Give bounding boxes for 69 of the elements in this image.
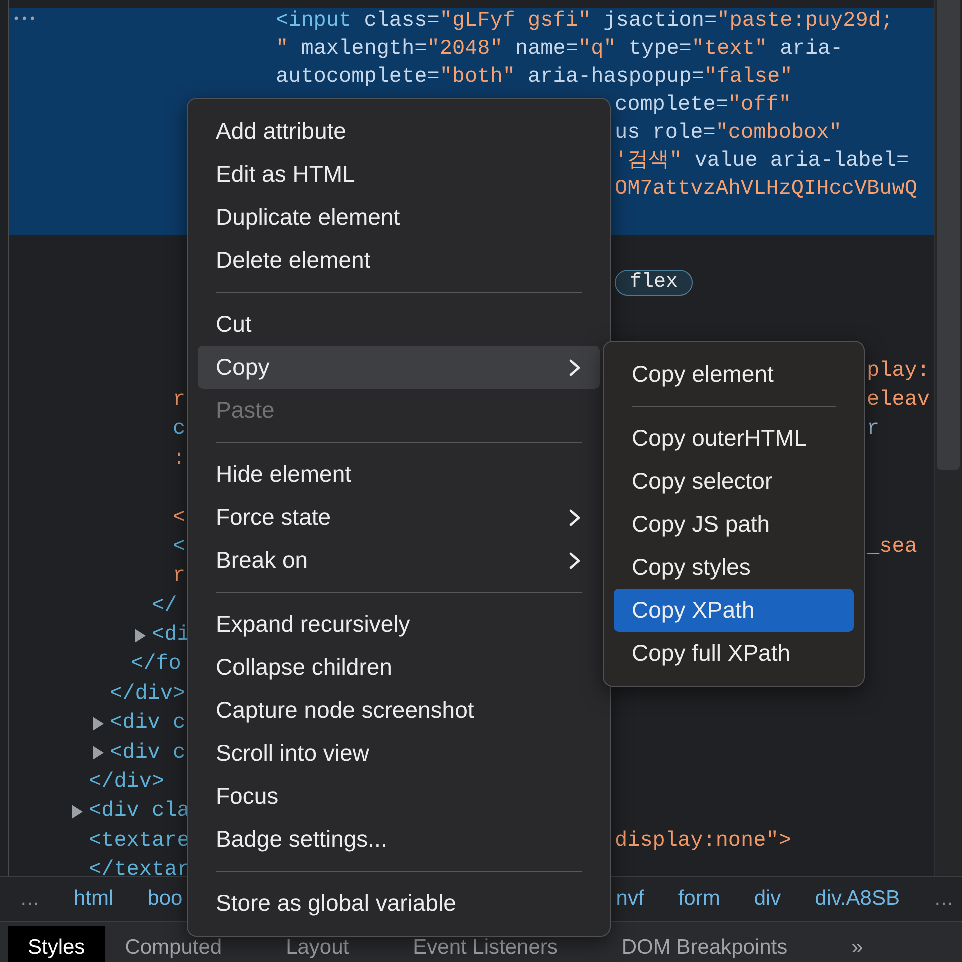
breadcrumb[interactable]: form	[678, 887, 720, 912]
panel-tab[interactable]: Computed	[105, 926, 242, 962]
breadcrumb[interactable]: nvf	[616, 887, 644, 912]
code-line: '검색" value aria-label=	[615, 149, 910, 175]
code-fragment: </fo	[131, 652, 182, 678]
more-crumbs[interactable]: …	[20, 888, 40, 911]
flex-badge[interactable]: flex	[615, 270, 694, 296]
expand-triangle-icon[interactable]	[92, 716, 104, 731]
code-line: complete="off"	[615, 93, 792, 119]
menu-item[interactable]: Badge settings...	[198, 818, 600, 861]
code-fragment: c	[173, 417, 186, 444]
menu-item[interactable]: Scroll into view	[198, 732, 600, 775]
menu-item[interactable]: Duplicate element	[198, 196, 600, 239]
menu-item[interactable]: Store as global variable	[198, 882, 600, 925]
menu-item[interactable]: Add attribute	[198, 110, 600, 153]
code-fragment: </	[152, 594, 178, 620]
menu-item[interactable]: Copy full XPath	[614, 632, 854, 675]
more-crumbs[interactable]: …	[934, 888, 954, 911]
breadcrumb[interactable]: div	[754, 887, 782, 912]
code-fragment: <div c	[110, 740, 186, 767]
code-fragment: r	[867, 417, 880, 444]
code-line: <input class="gLFyf gsfi" jsaction="paste:puy29d;	[276, 9, 894, 35]
code-fragment: r	[173, 564, 186, 590]
menu-item[interactable]: Force state	[198, 496, 600, 539]
code-fragment: </textar	[89, 858, 190, 876]
code-line: " maxlength="2048" name="q" type="text" aria-	[276, 37, 844, 63]
code-fragment: <div c	[110, 711, 186, 738]
menu-item[interactable]: Focus	[198, 775, 600, 818]
code-fragment: eleav	[867, 388, 930, 414]
code-fragment: <textare	[89, 828, 190, 855]
code-fragment: <	[173, 506, 186, 532]
breadcrumb[interactable]: div.A8SB	[815, 887, 900, 912]
menu-item[interactable]: Copy styles	[614, 546, 854, 589]
menu-item[interactable]: Expand recursively	[198, 603, 600, 646]
menu-item[interactable]: Copy	[198, 346, 600, 389]
code-fragment: display:none">	[615, 828, 792, 855]
code-line: autocomplete="both" aria-haspopup="false"	[276, 65, 793, 91]
menu-item[interactable]: Collapse children	[198, 646, 600, 689]
menu-item[interactable]: Hide element	[198, 453, 600, 496]
menu-item[interactable]: Edit as HTML	[198, 153, 600, 196]
expand-triangle-icon[interactable]	[92, 746, 104, 760]
menu-item[interactable]: Delete element	[198, 239, 600, 282]
code-fragment: </div>	[110, 682, 186, 708]
breadcrumb[interactable]: html	[74, 887, 114, 912]
code-fragment: <	[173, 534, 186, 561]
menu-item[interactable]: Capture node screenshot	[198, 689, 600, 732]
menu-item[interactable]: Copy selector	[614, 460, 854, 503]
menu-item[interactable]: Copy JS path	[614, 503, 854, 546]
menu-item[interactable]: Copy XPath	[614, 589, 854, 632]
code-line: OM7attvzAhVLHzQIHccVBuwQ	[615, 177, 918, 203]
code-fragment: play:	[867, 358, 930, 385]
panel-tab[interactable]: Styles	[8, 926, 106, 962]
expand-triangle-icon[interactable]	[71, 805, 83, 820]
code-fragment: <div cla	[89, 799, 190, 826]
expand-triangle-icon[interactable]	[134, 628, 146, 643]
menu-item[interactable]: Copy outerHTML	[614, 417, 854, 460]
more-marker[interactable]: •••	[13, 12, 38, 26]
code-fragment: </div>	[89, 770, 165, 796]
menu-item[interactable]: Copy element	[614, 353, 854, 396]
panel-tab[interactable]: DOM Breakpoints	[602, 926, 808, 962]
code-fragment: r	[173, 388, 186, 414]
code-fragment: <di	[152, 623, 190, 650]
code-fragment: :	[173, 446, 186, 473]
menu-item[interactable]: Cut	[198, 303, 600, 346]
code-fragment: _sea	[867, 534, 918, 561]
panel-tab[interactable]: »	[832, 926, 884, 962]
code-line: us role="combobox"	[615, 121, 842, 147]
menu-item[interactable]: Break on	[198, 539, 600, 582]
breadcrumb[interactable]: boo	[148, 887, 183, 912]
